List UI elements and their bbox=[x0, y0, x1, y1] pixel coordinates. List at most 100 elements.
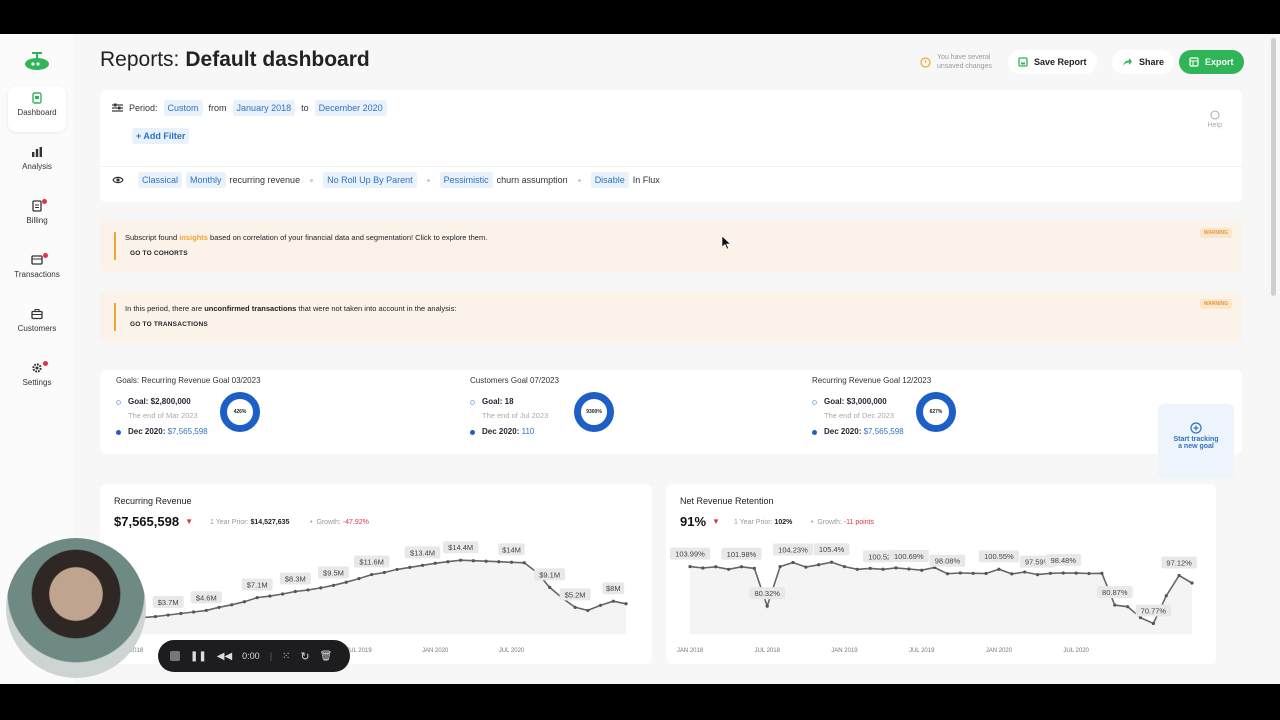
trash-icon[interactable]: 🗑 bbox=[320, 651, 333, 662]
sidebar-item-customers[interactable]: Customers bbox=[8, 302, 66, 348]
sidebar-item-billing[interactable]: Billing bbox=[8, 194, 66, 240]
data-point bbox=[727, 567, 731, 571]
data-point bbox=[778, 564, 782, 569]
restart-icon[interactable]: ↻ bbox=[300, 650, 309, 663]
x-tick-label: JUL 2020 bbox=[1063, 648, 1089, 654]
from-date-select[interactable]: January 2018 bbox=[232, 100, 296, 116]
net-revenue-retention-card[interactable]: Net Revenue Retention 91% ▼ 1 Year Prior:… bbox=[666, 484, 1216, 664]
new-goal-label-1: Start tracking bbox=[1173, 436, 1219, 443]
goal-widget[interactable]: Goals: Recurring Revenue Goal 03/2023 Goa… bbox=[116, 370, 376, 450]
data-label: $8M bbox=[606, 584, 621, 593]
sidebar-item-label: Settings bbox=[22, 378, 52, 387]
data-point bbox=[509, 560, 514, 564]
data-label: $8.3M bbox=[285, 574, 306, 583]
data-label: $11.6M bbox=[359, 558, 383, 567]
grid-icon[interactable]: ⁙ bbox=[282, 651, 290, 662]
view-options: Classical Monthly recurring revenue No R… bbox=[112, 172, 660, 188]
export-icon bbox=[1189, 57, 1199, 67]
monthly-select[interactable]: Monthly bbox=[186, 172, 226, 188]
banner-message: Subscript found insights based on correl… bbox=[125, 233, 488, 242]
data-point bbox=[855, 567, 859, 571]
data-point bbox=[894, 566, 898, 570]
data-point bbox=[765, 604, 769, 608]
insights-banner[interactable]: Subscript found insights based on correl… bbox=[100, 220, 1242, 272]
sidebar-item-transactions[interactable]: Transactions bbox=[8, 248, 66, 294]
warning-badge: WARNING bbox=[1199, 299, 1232, 309]
stop-icon[interactable] bbox=[170, 651, 180, 661]
data-point bbox=[497, 560, 501, 564]
warning-badge: WARNING bbox=[1199, 228, 1232, 238]
data-point bbox=[191, 610, 196, 614]
eye-icon[interactable] bbox=[112, 175, 124, 185]
data-label: 100.69% bbox=[894, 552, 924, 561]
add-filter-button[interactable]: + Add Filter bbox=[132, 128, 190, 144]
from-label: from bbox=[208, 103, 227, 113]
data-point bbox=[217, 605, 221, 609]
help-icon bbox=[1210, 110, 1220, 120]
page-title-prefix: Reports: bbox=[100, 48, 180, 71]
data-point bbox=[997, 567, 1001, 571]
divider: | bbox=[269, 651, 273, 661]
save-icon bbox=[1018, 57, 1028, 67]
goal-widget[interactable]: Recurring Revenue Goal 12/2023 Goal: $3,0… bbox=[812, 370, 1072, 450]
export-button[interactable]: Export bbox=[1179, 50, 1244, 74]
scrollbar[interactable] bbox=[1271, 38, 1276, 296]
goal-current: Dec 2020: 110 bbox=[482, 427, 535, 436]
sidebar-item-analysis[interactable]: Analysis bbox=[8, 140, 66, 186]
sidebar-item-label: Analysis bbox=[22, 162, 52, 171]
rollup-select[interactable]: No Roll Up By Parent bbox=[323, 172, 417, 188]
goal-progress-donut: 627% bbox=[916, 392, 956, 432]
data-point bbox=[293, 589, 297, 594]
data-point bbox=[522, 561, 526, 565]
data-label: $14.4M bbox=[448, 543, 473, 552]
help-button[interactable]: Help bbox=[1208, 110, 1222, 129]
data-point bbox=[370, 572, 374, 577]
x-tick-label: JAN 2020 bbox=[422, 648, 449, 654]
go-to-transactions-link[interactable]: GO TO TRANSACTIONS bbox=[130, 321, 208, 328]
period-select[interactable]: Custom bbox=[163, 100, 203, 116]
data-point bbox=[739, 565, 744, 569]
share-label: Share bbox=[1139, 57, 1165, 67]
card-title: Recurring Revenue bbox=[114, 496, 192, 506]
sidebar-item-dashboard[interactable]: Dashboard bbox=[8, 86, 66, 132]
recording-player: ❚❚ ◀◀ 0:00 | ⁙ ↻ 🗑 bbox=[158, 640, 350, 672]
sidebar-item-settings[interactable]: Settings bbox=[8, 356, 66, 402]
nrr-line-chart: 103.99% 101.98%80.32%104.23% 105.4%100.52%… bbox=[669, 543, 1197, 654]
data-point bbox=[331, 583, 336, 587]
data-point bbox=[1190, 581, 1194, 585]
influx-label: In Flux bbox=[632, 175, 660, 185]
data-label: $5.2M bbox=[565, 590, 586, 599]
data-point bbox=[357, 577, 361, 581]
data-point bbox=[344, 580, 348, 584]
clock-icon bbox=[920, 56, 931, 68]
bar-chart-icon bbox=[32, 147, 42, 157]
goal-title: Customers Goal 07/2023 bbox=[470, 376, 559, 385]
unconfirmed-banner[interactable]: In this period, there are unconfirmed tr… bbox=[100, 291, 1242, 343]
card-value: $7,565,598 ▼ bbox=[114, 514, 193, 529]
logo-icon[interactable] bbox=[24, 50, 50, 72]
sidebar-item-label: Billing bbox=[26, 216, 48, 225]
churn-assumption-select[interactable]: Pessimistic bbox=[439, 172, 493, 188]
share-button[interactable]: Share bbox=[1112, 50, 1175, 74]
data-point bbox=[268, 594, 272, 598]
classical-select[interactable]: Classical bbox=[138, 172, 183, 188]
save-report-button[interactable]: Save Report bbox=[1008, 50, 1097, 74]
to-date-select[interactable]: December 2020 bbox=[314, 100, 387, 116]
rewind-icon[interactable]: ◀◀ bbox=[217, 651, 232, 662]
recurring-revenue-card[interactable]: Recurring Revenue $7,565,598 ▼ 1 Year Pri… bbox=[100, 484, 652, 664]
data-label: $14M bbox=[502, 545, 521, 554]
recurring-label: recurring revenue bbox=[229, 175, 301, 185]
sliders-icon bbox=[112, 103, 123, 112]
influx-select[interactable]: Disable bbox=[590, 172, 629, 188]
go-to-cohorts-link[interactable]: GO TO COHORTS bbox=[130, 250, 188, 257]
sidebar-item-label: Dashboard bbox=[17, 108, 57, 117]
data-label: 80.32% bbox=[755, 589, 781, 598]
goal-bullet bbox=[470, 400, 475, 405]
new-goal-button[interactable]: Start tracking a new goal bbox=[1158, 404, 1234, 478]
data-point bbox=[611, 599, 615, 603]
pause-icon[interactable]: ❚❚ bbox=[190, 651, 207, 662]
data-point bbox=[153, 614, 158, 619]
goal-widget[interactable]: Customers Goal 07/2023 Goal: 18 The end of… bbox=[470, 370, 730, 450]
briefcase-icon bbox=[31, 309, 43, 320]
banner-accent bbox=[114, 303, 116, 331]
